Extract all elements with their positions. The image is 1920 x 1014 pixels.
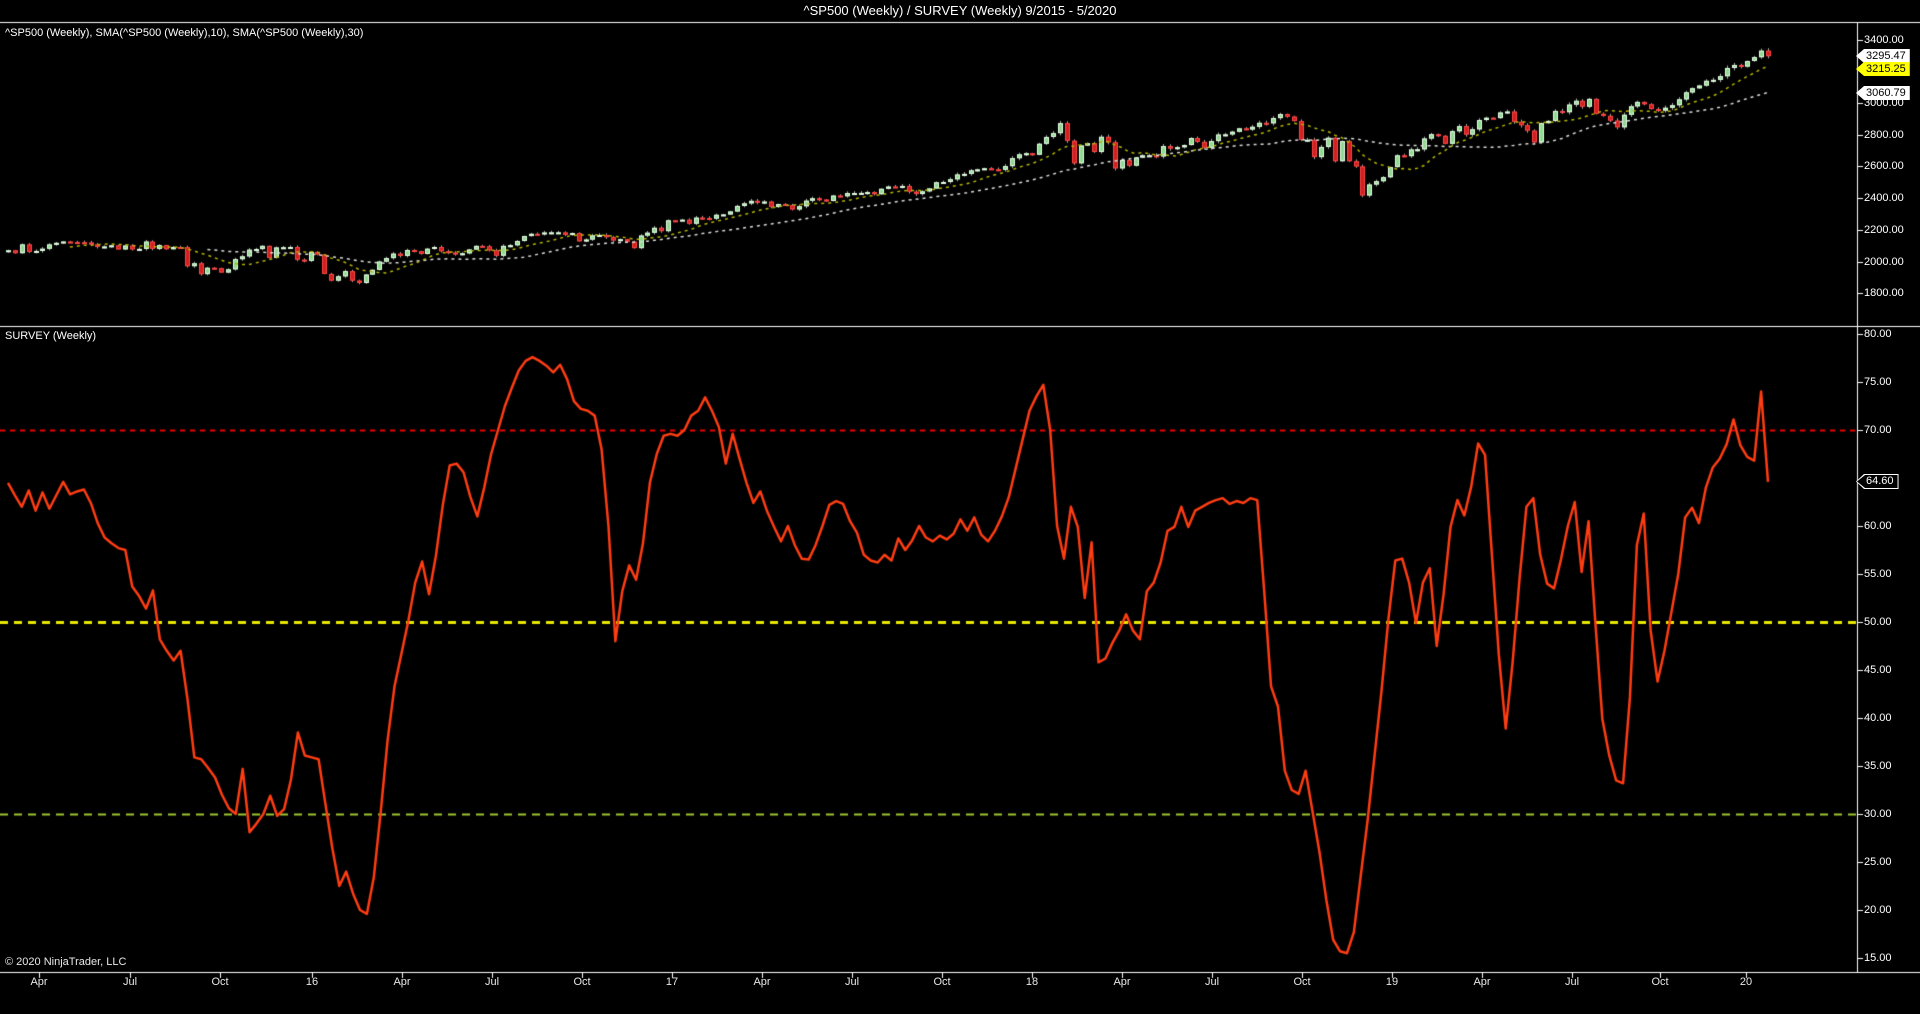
time-axis-label: Oct: [1651, 976, 1669, 988]
survey-tick-label: 50.00: [1864, 616, 1892, 628]
survey-tick-label: 15.00: [1864, 952, 1892, 964]
time-axis-label: Apr: [30, 976, 48, 988]
time-axis-label: Jul: [1204, 976, 1220, 988]
survey-tick-label: 55.00: [1864, 568, 1892, 580]
time-axis-label: 19: [1385, 976, 1399, 988]
survey-tick-label: 35.00: [1864, 760, 1892, 772]
price-tick-label: 2800.00: [1864, 129, 1904, 141]
time-axis-label: 18: [1025, 976, 1039, 988]
survey-value-tag: 64.60: [1856, 474, 1899, 489]
price-tick-label: 2200.00: [1864, 224, 1904, 236]
survey-tick-label: 45.00: [1864, 664, 1892, 676]
time-axis-label: Oct: [573, 976, 591, 988]
survey-tick-label: 30.00: [1864, 808, 1892, 820]
window-title: ^SP500 (Weekly) / SURVEY (Weekly) 9/2015…: [803, 3, 1117, 18]
chart-plot-area[interactable]: [0, 0, 1920, 1014]
time-axis-label: Oct: [933, 976, 951, 988]
price-tick-label: 2600.00: [1864, 160, 1904, 172]
time-axis-label: 16: [305, 976, 319, 988]
time-axis-label: Jul: [122, 976, 138, 988]
time-axis-label: 17: [665, 976, 679, 988]
price-tag: 3215.25: [1856, 62, 1910, 76]
time-axis-label: Oct: [211, 976, 229, 988]
time-axis-label: Jul: [1564, 976, 1580, 988]
survey-tick-label: 80.00: [1864, 328, 1892, 340]
price-tick-label: 3400.00: [1864, 34, 1904, 46]
survey-tick-label: 40.00: [1864, 712, 1892, 724]
survey-tick-label: 20.00: [1864, 904, 1892, 916]
time-axis-label: Apr: [393, 976, 411, 988]
time-axis-label: Oct: [1293, 976, 1311, 988]
ninjatrader-chart-window: ^SP500 (Weekly) / SURVEY (Weekly) 9/2015…: [0, 0, 1920, 1014]
copyright-notice: © 2020 NinjaTrader, LLC: [5, 956, 127, 968]
price-tag: 3060.79: [1856, 86, 1910, 100]
price-tick-label: 2000.00: [1864, 256, 1904, 268]
price-tag: 3295.47: [1856, 49, 1910, 63]
price-panel-legend: ^SP500 (Weekly), SMA(^SP500 (Weekly),10)…: [5, 27, 364, 39]
survey-panel-legend: SURVEY (Weekly): [5, 330, 97, 342]
survey-tick-label: 25.00: [1864, 856, 1892, 868]
time-axis-label: Apr: [753, 976, 771, 988]
time-axis-label: Jul: [844, 976, 860, 988]
survey-tick-label: 70.00: [1864, 424, 1892, 436]
price-tick-label: 1800.00: [1864, 287, 1904, 299]
price-tick-label: 2400.00: [1864, 192, 1904, 204]
time-axis-label: Apr: [1113, 976, 1131, 988]
time-axis-label: Jul: [484, 976, 500, 988]
time-axis-label: 20: [1739, 976, 1753, 988]
time-axis-label: Apr: [1473, 976, 1491, 988]
survey-tick-label: 60.00: [1864, 520, 1892, 532]
survey-tick-label: 75.00: [1864, 376, 1892, 388]
